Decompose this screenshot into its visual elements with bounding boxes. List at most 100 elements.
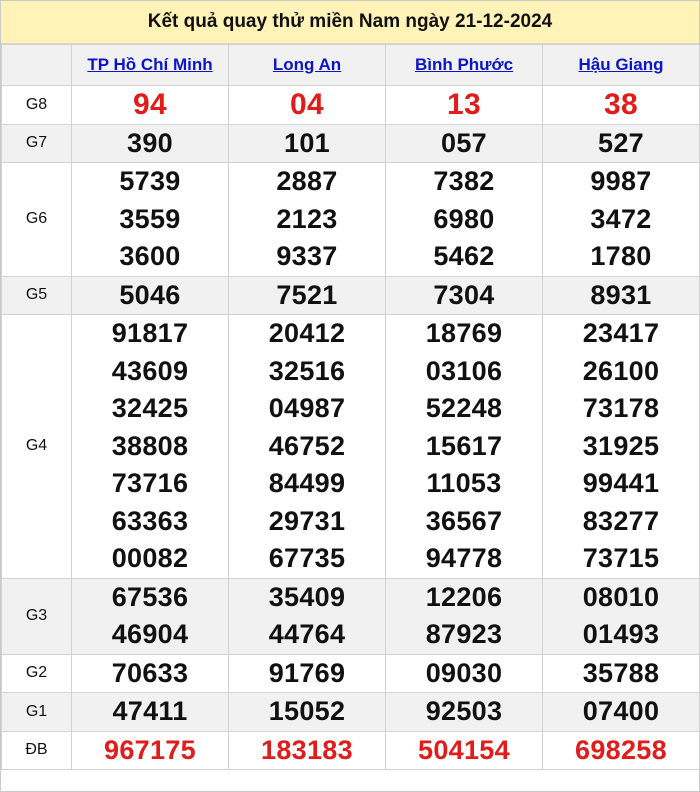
result-cell: 23417 26100 73178 31925 99441 83277 73715 [542,314,700,579]
prize-label: G1 [1,692,72,732]
prize-rows: G8 94 04 13 38 G7 390 101 057 527 G6 5739 3559 3600 28… [1,85,700,770]
result-cell: 5046 [71,275,229,315]
result-number: 18769 [425,318,503,348]
prize-label: G8 [1,85,72,125]
result-cell: 67536 46904 [71,577,229,655]
result-number: 38808 [111,430,189,461]
result-number: 84499 [268,468,346,498]
result-cell: 38 [542,85,700,125]
prize-row-g5: G5 5046 7521 7304 8931 [1,275,700,315]
result-number: 92503 [425,696,503,726]
results-table: TP Hồ Chí Minh Long An Bình Phước Hậu Gi… [1,44,700,770]
result-cell: 2887 2123 9337 [228,162,386,277]
result-cell: 527 [542,123,700,163]
result-number: 11053 [426,468,502,498]
result-number: 15617 [425,430,503,461]
result-number: 35409 [268,581,346,612]
result-number: 527 [598,127,644,158]
result-number: 6980 [433,203,495,234]
result-number: 2887 [276,166,338,196]
result-number: 183183 [261,734,353,765]
result-cell: 7521 [228,275,386,315]
result-number: 23417 [582,318,660,348]
result-number: 967175 [104,734,196,765]
result-cell: 101 [228,123,386,163]
result-number: 38 [604,88,638,121]
result-number: 67536 [111,581,189,612]
header-corner [1,44,72,86]
result-number: 83277 [582,505,660,536]
prize-row-g7: G7 390 101 057 527 [1,123,700,163]
result-number: 7382 [433,166,495,196]
result-number: 504154 [418,734,510,765]
result-number: 29731 [268,505,346,536]
lottery-results-panel: Kết quả quay thử miền Nam ngày 21-12-202… [0,0,700,792]
prize-row-g2: G2 70633 91769 09030 35788 [1,653,700,693]
result-cell: 35409 44764 [228,577,386,655]
prize-row-g8: G8 94 04 13 38 [1,85,700,125]
prize-label: G6 [1,162,72,277]
prize-row-g6: G6 5739 3559 3600 2887 2123 9337 7382 6980 5462 99… [1,162,700,277]
result-number: 057 [441,127,487,158]
result-number: 5739 [119,166,181,196]
result-number: 2123 [276,203,338,234]
result-cell: 07400 [542,692,700,732]
result-cell: 47411 [71,692,229,732]
result-number: 99441 [582,468,660,498]
province-header: TP Hồ Chí Minh [71,44,229,86]
result-cell: 7304 [385,275,543,315]
result-number: 3559 [119,203,181,234]
prize-label: G4 [1,314,72,579]
result-cell: 04 [228,85,386,125]
result-cell: 70633 [71,653,229,693]
result-cell: 967175 [71,730,229,770]
result-cell: 35788 [542,653,700,693]
prize-label: ĐB [1,730,72,770]
result-cell: 18769 03106 52248 15617 11053 36567 94778 [385,314,543,579]
province-link-long-an[interactable]: Long An [273,55,341,74]
result-number: 3600 [119,241,181,271]
result-cell: 13 [385,85,543,125]
result-cell: 09030 [385,653,543,693]
result-number: 03106 [425,355,503,386]
result-number: 36567 [425,505,503,536]
province-link-hcm[interactable]: TP Hồ Chí Minh [87,55,212,74]
result-number: 01493 [582,619,660,649]
result-cell: 9987 3472 1780 [542,162,700,277]
prize-row-g4: G4 91817 43609 32425 38808 73716 63363 00082 204… [1,314,700,579]
result-number: 94 [133,88,167,121]
result-number: 94778 [425,543,503,573]
result-number: 35788 [582,657,660,688]
province-header: Hậu Giang [542,44,700,86]
result-number: 73178 [582,393,660,423]
result-number: 04987 [268,393,346,423]
result-number: 07400 [582,696,660,726]
result-cell: 390 [71,123,229,163]
result-number: 67735 [268,543,346,573]
result-number: 32516 [268,355,346,386]
province-header: Bình Phước [385,44,543,86]
result-number: 04 [290,88,324,121]
prize-row-g1: G1 47411 15052 92503 07400 [1,692,700,732]
result-cell: 8931 [542,275,700,315]
result-number: 46904 [111,619,189,649]
result-number: 15052 [268,696,346,726]
result-number: 32425 [111,393,189,423]
result-number: 3472 [590,203,652,234]
result-cell: 20412 32516 04987 46752 84499 29731 67735 [228,314,386,579]
page-title: Kết quả quay thử miền Nam ngày 21-12-202… [1,1,699,44]
result-number: 91817 [111,318,189,348]
result-number: 73715 [582,543,660,573]
prize-label: G5 [1,275,72,315]
result-cell: 94 [71,85,229,125]
province-header: Long An [228,44,386,86]
province-link-binh-phuoc[interactable]: Bình Phước [415,55,513,74]
province-link-hau-giang[interactable]: Hậu Giang [578,55,663,74]
result-number: 101 [284,127,330,158]
result-cell: 12206 87923 [385,577,543,655]
result-number: 20412 [268,318,346,348]
result-number: 12206 [425,581,503,612]
result-number: 31925 [582,430,660,461]
result-number: 46752 [268,430,346,461]
result-cell: 91817 43609 32425 38808 73716 63363 00082 [71,314,229,579]
